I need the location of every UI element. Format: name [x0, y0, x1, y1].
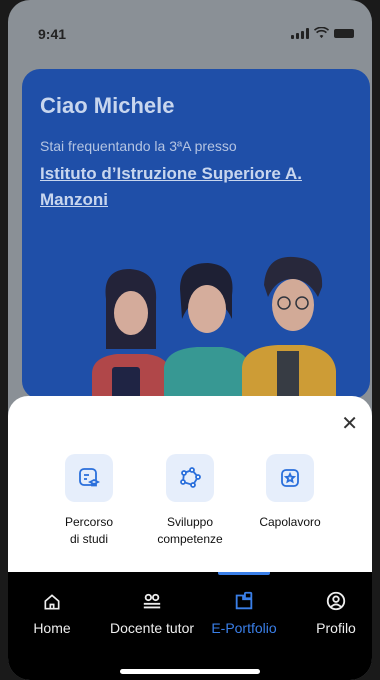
- skills-graph-icon: [180, 467, 201, 488]
- option-percorso-di-studi[interactable]: Percorso di studi: [34, 454, 144, 548]
- nav-label-docente-tutor: Docente tutor: [109, 620, 195, 636]
- option-icon-box: [166, 454, 214, 502]
- enrollment-text: Stai frequentando la 3ªA presso: [40, 138, 237, 154]
- students-illustration: [92, 256, 336, 399]
- option-icon-box: [266, 454, 314, 502]
- option-label-line1: Capolavoro: [259, 515, 321, 529]
- nav-item-profilo[interactable]: Profilo: [304, 572, 368, 636]
- option-icon-box: [65, 454, 113, 502]
- option-label-line2: di studi: [69, 532, 109, 546]
- wifi-icon: [314, 27, 329, 39]
- signal-icon: [291, 27, 309, 39]
- option-label: Sviluppo competenze: [135, 514, 245, 548]
- welcome-card: Ciao Michele Stai frequentando la 3ªA pr…: [22, 69, 370, 399]
- battery-icon: [334, 28, 354, 38]
- tutor-icon: [143, 593, 161, 609]
- nav-item-home[interactable]: Home: [22, 572, 82, 636]
- phone-screen: 9:41 Ciao Michele Stai frequentando la 3…: [8, 0, 372, 680]
- nav-item-e-portfolio[interactable]: E-Portfolio: [196, 572, 292, 636]
- option-label-line1: Percorso: [64, 515, 114, 529]
- portfolio-icon: [235, 591, 253, 610]
- e-portfolio-sheet: ✕ Percorso di studi Sviluppo competenze …: [8, 396, 372, 572]
- close-icon[interactable]: ✕: [341, 414, 358, 434]
- profile-icon: [326, 591, 346, 611]
- star-badge-icon: [281, 469, 299, 487]
- school-link[interactable]: Istituto d’Istruzione Superiore A. Manzo…: [40, 161, 350, 213]
- greeting-title: Ciao Michele: [40, 93, 175, 118]
- option-sviluppo-competenze[interactable]: Sviluppo competenze: [135, 454, 245, 548]
- study-path-icon: [79, 468, 101, 487]
- home-icon: [44, 594, 60, 610]
- option-label: Percorso di studi: [34, 514, 144, 548]
- option-label: Capolavoro: [235, 514, 345, 531]
- system-icons: [291, 27, 354, 39]
- option-capolavoro[interactable]: Capolavoro: [235, 454, 345, 531]
- nav-label-home: Home: [33, 620, 71, 636]
- nav-label-profilo: Profilo: [316, 620, 356, 636]
- option-label-line2: competenze: [157, 532, 223, 546]
- bottom-navigation: Home Docente tutor E-Portfolio Profilo: [8, 572, 372, 680]
- status-time: 9:41: [38, 26, 67, 42]
- nav-label-e-portfolio: E-Portfolio: [211, 620, 277, 636]
- option-label-line1: Sviluppo: [166, 515, 214, 529]
- home-indicator: [120, 669, 260, 674]
- nav-item-docente-tutor[interactable]: Docente tutor: [96, 572, 208, 636]
- status-bar: 9:41: [8, 0, 372, 60]
